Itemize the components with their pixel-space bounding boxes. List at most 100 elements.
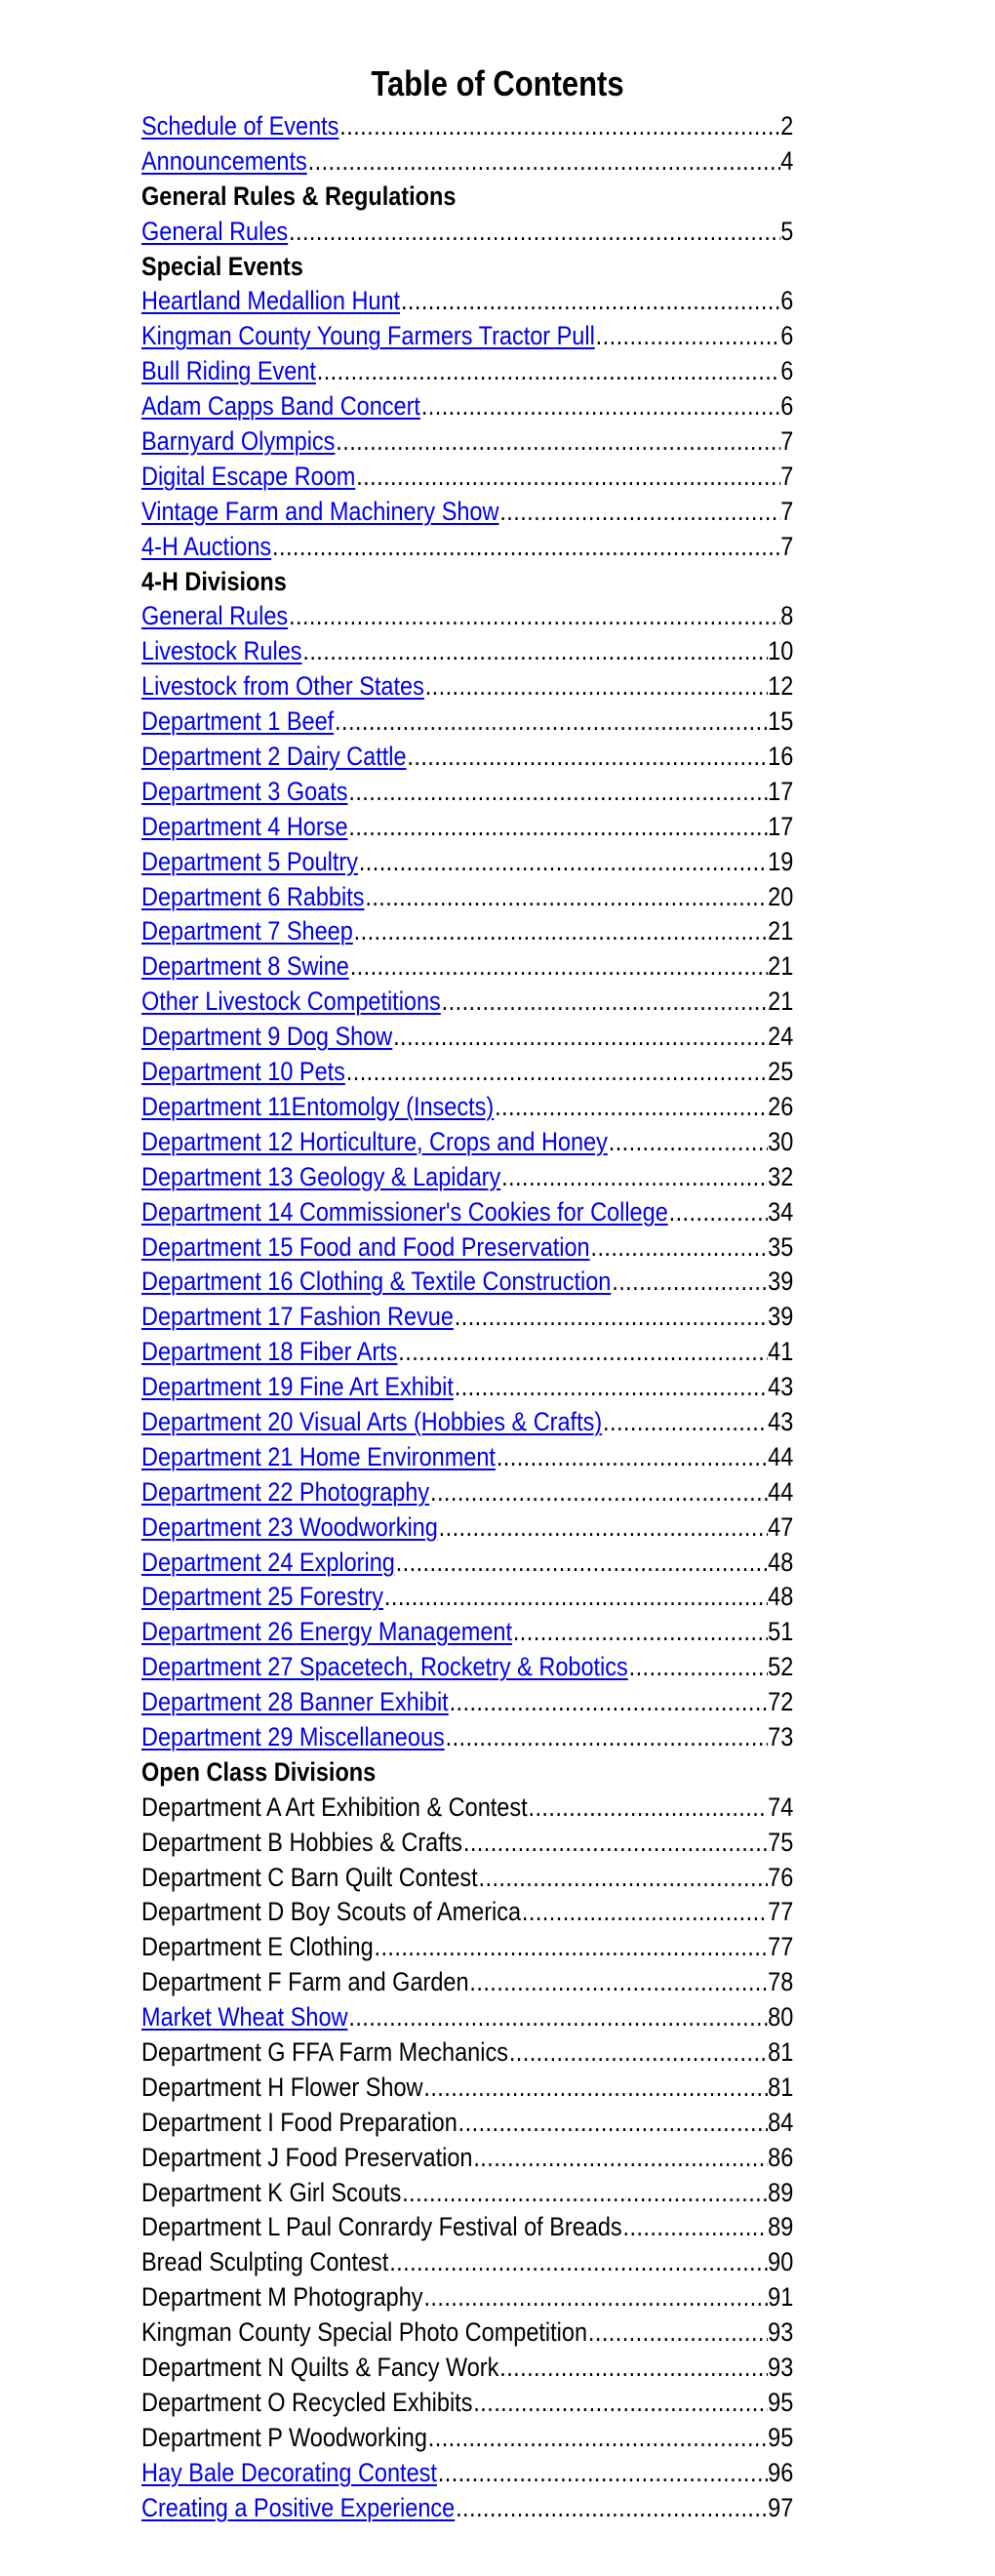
dot-leader <box>420 389 780 424</box>
toc-entry-link[interactable]: Bull Riding Event <box>141 354 316 389</box>
toc-entry-link[interactable]: General Rules <box>141 599 288 634</box>
dot-leader <box>496 1440 768 1475</box>
toc-page-number: 44 <box>768 1476 794 1507</box>
dot-leader <box>455 2491 768 2526</box>
toc-entry-link[interactable]: General Rules <box>141 215 288 250</box>
toc-entry-linked: Digital Escape Room 7 <box>141 460 793 495</box>
toc-entry-link[interactable]: 4-H Auctions <box>141 530 271 565</box>
dot-leader <box>494 1090 768 1125</box>
toc-entry-link[interactable]: Department 4 Horse <box>141 810 348 845</box>
toc-entry-label: Department G FFA Farm Mechanics <box>141 2036 508 2067</box>
dot-leader <box>348 775 769 810</box>
toc-entry-link[interactable]: Market Wheat Show <box>141 2000 347 2035</box>
toc-entry-link[interactable]: Livestock from Other States <box>141 669 424 704</box>
toc-entry-linked: Department 6 Rabbits 20 <box>141 880 793 915</box>
toc-entry-link[interactable]: Department 11Entomolgy (Insects) <box>141 1090 494 1125</box>
toc-entry-link[interactable]: Department 21 Home Environment <box>141 1440 496 1475</box>
toc-entry-link[interactable]: Department 29 Miscellaneous <box>141 1720 445 1755</box>
toc-page-number: 77 <box>768 1932 794 1962</box>
toc-entry-link[interactable]: Department 22 Photography <box>141 1475 429 1510</box>
toc-entry-linked: 4-H Auctions 7 <box>141 530 793 565</box>
toc-entry-link[interactable]: Department 24 Exploring <box>141 1546 395 1581</box>
toc-entry-link[interactable]: Department 7 Sheep <box>141 914 353 949</box>
toc-entry-link[interactable]: Department 26 Energy Management <box>141 1615 512 1650</box>
dot-leader <box>307 144 780 180</box>
toc-entry-link[interactable]: Department 27 Spacetech, Rocketry & Robo… <box>141 1650 628 1685</box>
toc-section-heading: Open Class Divisions <box>141 1755 793 1791</box>
toc-entry-link[interactable]: Department 18 Fiber Arts <box>141 1335 397 1370</box>
toc-entry-link[interactable]: Creating a Positive Experience <box>141 2491 455 2526</box>
toc-page-number: 35 <box>768 1231 794 1262</box>
toc-entry-link[interactable]: Department 20 Visual Arts (Hobbies & Cra… <box>141 1405 602 1440</box>
toc-entry-link[interactable]: Barnyard Olympics <box>141 424 335 460</box>
toc-entry-link[interactable]: Kingman County Young Farmers Tractor Pul… <box>141 319 595 354</box>
toc-page-number: 15 <box>768 706 794 737</box>
toc-entry-link[interactable]: Department 17 Fashion Revue <box>141 1300 454 1335</box>
toc-entry-linked: Department 26 Energy Management 51 <box>141 1615 793 1650</box>
toc-entry-link[interactable]: Department 2 Dairy Cattle <box>141 740 407 775</box>
toc-entry-label: Department N Quilts & Fancy Work <box>141 2353 499 2382</box>
toc-entry-linked: Department 13 Geology & Lapidary 32 <box>141 1160 793 1195</box>
toc-entry-link[interactable]: Department 14 Commissioner's Cookies for… <box>141 1195 668 1230</box>
toc-entry-linked: Department 23 Woodworking 47 <box>141 1510 793 1546</box>
toc-entry-label: Kingman County Special Photo Competition <box>141 2317 588 2348</box>
toc-page-number: 7 <box>780 461 794 491</box>
toc-entry-link[interactable]: Vintage Farm and Machinery Show <box>141 495 498 530</box>
toc-entry-link[interactable]: Department 8 Swine <box>141 949 349 985</box>
toc-entry-link[interactable]: Department 5 Poultry <box>141 845 358 880</box>
toc-entry-link[interactable]: Department 13 Geology & Lapidary <box>141 1160 500 1195</box>
toc-page-number: 7 <box>780 496 794 526</box>
toc-page-number: 7 <box>780 426 794 457</box>
dot-leader <box>508 2035 768 2071</box>
dot-leader <box>353 914 768 949</box>
toc-entry-link[interactable]: Department 10 Pets <box>141 1055 345 1090</box>
toc-entry: Department D Boy Scouts of America 77 <box>141 1895 793 1930</box>
toc-entry-link[interactable]: Department 25 Forestry <box>141 1580 383 1615</box>
toc-entry-link[interactable]: Department 12 Horticulture, Crops and Ho… <box>141 1125 608 1160</box>
toc-page-number: 21 <box>768 916 794 946</box>
toc-entry-link[interactable]: Department 3 Goats <box>141 775 348 810</box>
toc-entry-link[interactable]: Adam Capps Band Concert <box>141 389 420 424</box>
toc-page-number: 78 <box>768 1967 794 1997</box>
toc-entry-label: Department E Clothing <box>141 1932 374 1962</box>
toc-entry-link[interactable]: Digital Escape Room <box>141 460 355 495</box>
toc-entry-link[interactable]: Livestock Rules <box>141 634 302 669</box>
toc-entry-linked: Department 22 Photography 44 <box>141 1475 793 1510</box>
toc-entry-label: Department C Barn Quilt Contest <box>141 1862 478 1892</box>
toc-entry-link[interactable]: Department 19 Fine Art Exhibit <box>141 1370 454 1405</box>
dot-leader <box>472 2141 768 2176</box>
toc-entry-link[interactable]: Department 15 Food and Food Preservation <box>141 1230 590 1266</box>
toc-entry-linked: Department 19 Fine Art Exhibit 43 <box>141 1370 793 1405</box>
toc-page-number: 77 <box>768 1897 794 1927</box>
toc-entry: Department I Food Preparation 84 <box>141 2106 793 2141</box>
dot-leader <box>401 2176 768 2211</box>
toc-entry-link[interactable]: Heartland Medallion Hunt <box>141 284 400 319</box>
toc-section-heading: 4-H Divisions <box>141 565 793 600</box>
toc-entry-label: Department O Recycled Exhibits <box>141 2387 473 2417</box>
toc-entry-link[interactable]: Schedule of Events <box>141 109 338 144</box>
toc-page-number: 17 <box>768 776 794 806</box>
toc-entry-linked: Schedule of Events 2 <box>141 109 793 144</box>
dot-leader <box>469 1965 769 2000</box>
toc-entry-link[interactable]: Department 6 Rabbits <box>141 880 364 915</box>
toc-entry-linked: Department 4 Horse 17 <box>141 810 793 845</box>
toc-entry-link[interactable]: Department 1 Beef <box>141 704 334 740</box>
toc-entry-link[interactable]: Department 28 Banner Exhibit <box>141 1685 449 1720</box>
dot-leader <box>423 2071 769 2106</box>
toc-page-number: 16 <box>768 742 794 772</box>
toc-entry-linked: Department 1 Beef 15 <box>141 704 793 740</box>
dot-leader <box>288 215 780 250</box>
toc-entry-label: Department L Paul Conrardy Festival of B… <box>141 2212 622 2242</box>
page-title: Table of Contents <box>371 63 624 103</box>
toc-entry-link[interactable]: Announcements <box>141 144 307 180</box>
toc-entry-link[interactable]: Hay Bale Decorating Contest <box>141 2456 437 2491</box>
toc-entry: Kingman County Special Photo Competition… <box>141 2315 793 2351</box>
dot-leader <box>427 2421 768 2456</box>
toc-entry-link[interactable]: Department 23 Woodworking <box>141 1510 438 1546</box>
toc-entry-link[interactable]: Department 9 Dog Show <box>141 1020 392 1055</box>
dot-leader <box>271 530 780 565</box>
toc-entry-link[interactable]: Other Livestock Competitions <box>141 985 441 1020</box>
toc-page-number: 95 <box>768 2422 794 2452</box>
dot-leader <box>590 1230 769 1266</box>
toc-entry-link[interactable]: Department 16 Clothing & Textile Constru… <box>141 1265 611 1300</box>
